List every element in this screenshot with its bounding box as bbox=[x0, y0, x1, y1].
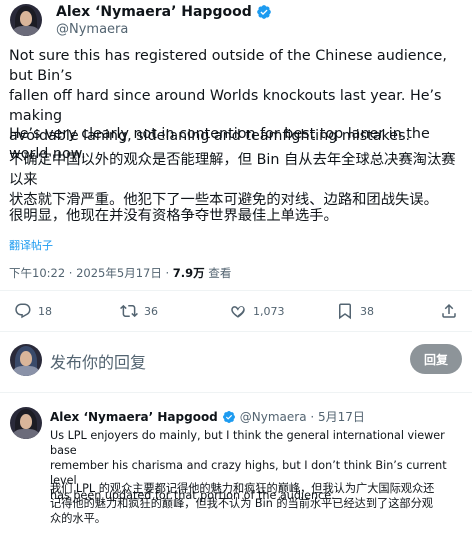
reply-author-line[interactable]: Alex ‘Nymaera’ Hapgood @Nymaera · 5月17日 bbox=[50, 408, 365, 425]
divider bbox=[0, 290, 472, 291]
verified-badge-icon bbox=[256, 5, 271, 19]
retweet-icon bbox=[120, 304, 138, 318]
reply-action[interactable]: 18 bbox=[14, 302, 52, 320]
bookmark-action[interactable]: 38 bbox=[336, 302, 374, 320]
author-name[interactable]: Alex ‘Nymaera’ Hapgood bbox=[56, 4, 272, 20]
reply-input[interactable]: 发布你的回复 bbox=[50, 349, 146, 373]
reply-author-handle[interactable]: @Nymaera · 5月17日 bbox=[240, 408, 365, 425]
divider bbox=[0, 392, 472, 393]
share-icon bbox=[442, 303, 456, 318]
reply-button[interactable]: 回复 bbox=[410, 344, 462, 374]
like-count: 1,073 bbox=[253, 304, 285, 318]
reply-author-avatar[interactable] bbox=[10, 407, 42, 439]
like-action[interactable]: 1,073 bbox=[229, 302, 285, 320]
author-handle[interactable]: @Nymaera bbox=[56, 22, 128, 37]
reply-count: 18 bbox=[38, 304, 52, 318]
views-count: 7.9万 bbox=[172, 266, 205, 280]
current-user-avatar[interactable] bbox=[10, 344, 42, 376]
post-text-zh-1: 不确定中国以外的观众是否能理解，但 Bin 自从去年全球总决赛淘汰赛以来 状态就… bbox=[9, 152, 456, 208]
post-text-zh-2: 很明显，他现在并没有资格争夺世界最佳上单选手。 bbox=[9, 208, 338, 224]
retweet-count: 36 bbox=[144, 304, 158, 318]
like-icon bbox=[231, 306, 245, 318]
action-bar: 18 36 1,073 38 bbox=[0, 302, 472, 322]
verified-badge-icon bbox=[222, 410, 235, 423]
author-avatar[interactable] bbox=[10, 4, 42, 36]
bookmark-count: 38 bbox=[360, 304, 374, 318]
author-name-text: Alex ‘Nymaera’ Hapgood bbox=[56, 4, 252, 20]
bookmark-icon bbox=[339, 303, 351, 320]
share-action[interactable] bbox=[440, 302, 458, 324]
views-label: 查看 bbox=[204, 266, 232, 280]
retweet-action[interactable]: 36 bbox=[120, 302, 158, 320]
translate-post-link[interactable]: 翻译帖子 bbox=[9, 237, 53, 253]
reply-text-zh: 我们 LPL 的观众主要都记得他的魅力和疯狂的巅峰，但我认为广大国际观众还 记得… bbox=[50, 482, 435, 525]
timestamp[interactable]: 下午10:22 · 2025年5月17日 · bbox=[9, 266, 173, 280]
post-meta: 下午10:22 · 2025年5月17日 · 7.9万 查看 bbox=[9, 265, 231, 281]
reply-icon bbox=[15, 303, 31, 319]
reply-author-name[interactable]: Alex ‘Nymaera’ Hapgood bbox=[50, 410, 218, 424]
divider bbox=[0, 331, 472, 332]
